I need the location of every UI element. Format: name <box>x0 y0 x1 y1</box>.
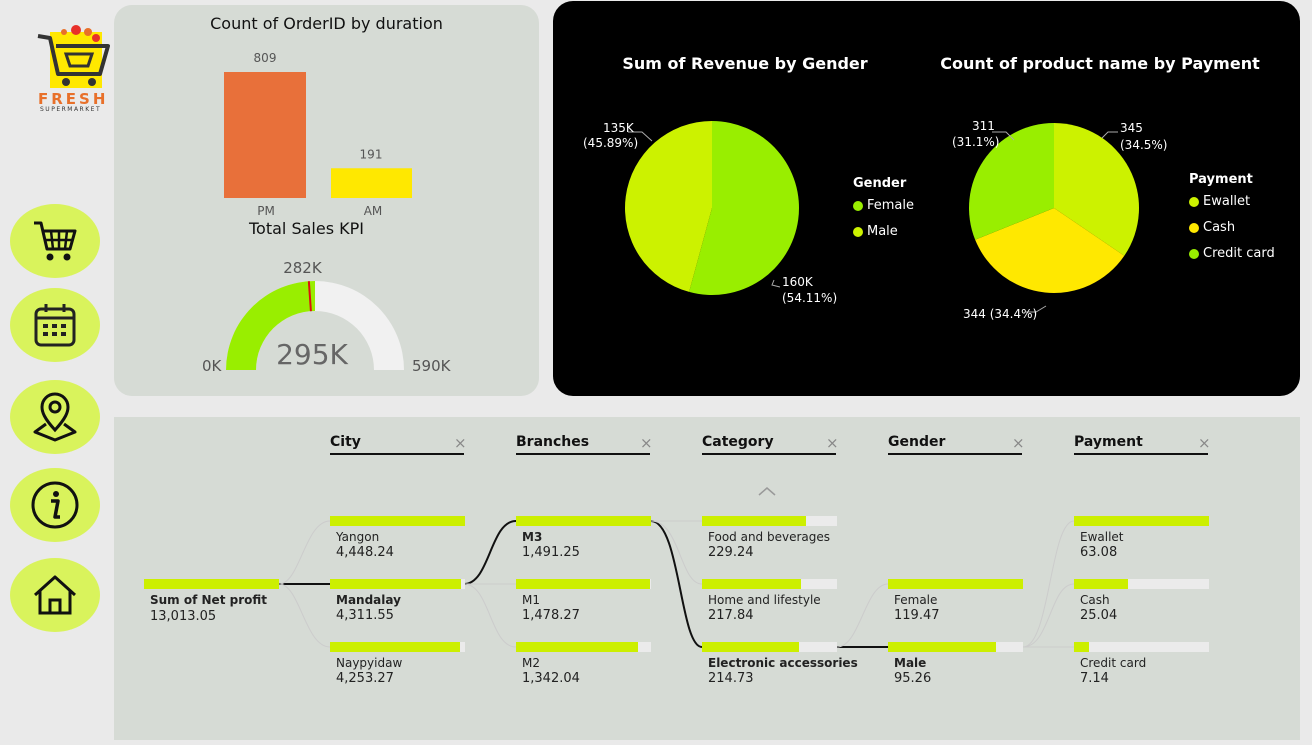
root-label: Sum of Net profit <box>150 593 267 607</box>
payment-bar[interactable] <box>1074 642 1089 652</box>
gender-bar[interactable] <box>888 642 996 652</box>
payment-node-value: 63.08 <box>1080 545 1118 560</box>
city-bar[interactable] <box>330 579 461 589</box>
branches-node-value: 1,491.25 <box>522 545 580 560</box>
city-node-value: 4,448.24 <box>336 545 394 560</box>
branches-bar[interactable] <box>516 642 638 652</box>
root-bar[interactable] <box>144 579 279 589</box>
city-node-label: Mandalay <box>336 593 401 607</box>
branches-node-label: M3 <box>522 530 543 544</box>
payment-node-value: 7.14 <box>1080 671 1109 686</box>
category-node-label: Home and lifestyle <box>708 593 821 607</box>
gender-node-label: Female <box>894 593 938 607</box>
city-node-label: Naypyidaw <box>336 656 403 670</box>
category-node-value: 229.24 <box>708 545 754 560</box>
payment-bar[interactable] <box>1074 579 1128 589</box>
payment-node-label: Credit card <box>1080 656 1147 670</box>
tree-connectors <box>278 520 1075 648</box>
gender-node-label: Male <box>894 656 927 670</box>
gender-node-value: 95.26 <box>894 671 932 686</box>
category-node-label: Food and beverages <box>708 530 831 544</box>
branches-node-value: 1,342.04 <box>522 671 580 686</box>
category-bar[interactable] <box>702 579 801 589</box>
payment-node-label: Cash <box>1080 593 1110 607</box>
category-node-value: 214.73 <box>708 671 754 686</box>
branches-node-value: 1,478.27 <box>522 608 580 623</box>
city-bar[interactable] <box>330 642 460 652</box>
city-node-label: Yangon <box>336 530 380 544</box>
payment-node-value: 25.04 <box>1080 608 1118 623</box>
payment-bar-track[interactable] <box>1074 642 1209 652</box>
city-node-value: 4,311.55 <box>336 608 394 623</box>
gender-node-value: 119.47 <box>894 608 940 623</box>
branches-bar[interactable] <box>516 516 651 526</box>
branches-node-label: M1 <box>522 593 540 607</box>
gender-bar[interactable] <box>888 579 1023 589</box>
branches-node-label: M2 <box>522 656 540 670</box>
city-node-value: 4,253.27 <box>336 671 394 686</box>
payment-node-label: Ewallet <box>1080 530 1124 544</box>
category-bar[interactable] <box>702 642 800 652</box>
city-bar[interactable] <box>330 516 465 526</box>
payment-bar[interactable] <box>1074 516 1209 526</box>
root-value: 13,013.05 <box>150 609 217 624</box>
branches-bar[interactable] <box>516 579 650 589</box>
category-node-value: 217.84 <box>708 608 754 623</box>
category-bar[interactable] <box>702 516 806 526</box>
category-node-label: Electronic accessories <box>708 656 858 670</box>
